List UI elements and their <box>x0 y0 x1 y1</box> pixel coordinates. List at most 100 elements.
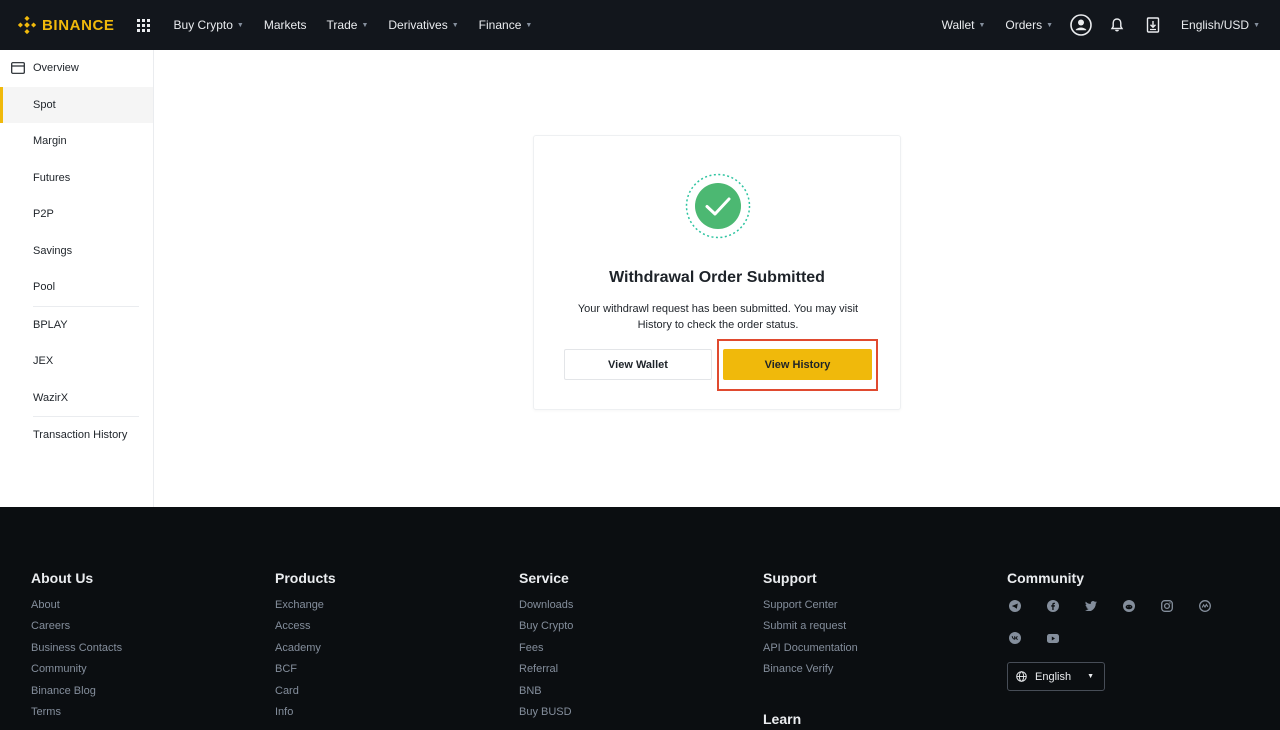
card-message-line: History to check the order status. <box>637 319 799 331</box>
language-currency-selector[interactable]: English/USD ▼ <box>1171 0 1270 50</box>
coinmarketcap-icon[interactable] <box>1197 598 1213 614</box>
sidebar-item-overview[interactable]: Overview <box>0 50 153 87</box>
view-wallet-button[interactable]: View Wallet <box>564 349 712 380</box>
footer-link[interactable]: Community <box>31 659 122 680</box>
nav-trade[interactable]: Trade ▼ <box>317 0 379 50</box>
sidebar-item-wazirx[interactable]: WazirX <box>0 380 153 417</box>
card-title: Withdrawal Order Submitted <box>609 269 825 286</box>
nav-wallet[interactable]: Wallet ▼ <box>932 0 996 50</box>
nav-label: Wallet <box>941 18 975 32</box>
binance-logo-icon <box>18 16 36 34</box>
nav-label: Buy Crypto <box>173 18 233 32</box>
apps-grid-icon[interactable] <box>136 18 150 32</box>
footer-column-community: Community <box>1007 570 1084 595</box>
sidebar-item-spot[interactable]: Spot <box>0 86 153 123</box>
sidebar-item-label: Spot <box>33 98 56 111</box>
caret-down-icon: ▼ <box>525 21 533 29</box>
nav-buy-crypto[interactable]: Buy Crypto ▼ <box>164 0 254 50</box>
sidebar-item-pool[interactable]: Pool <box>0 269 153 306</box>
footer-link[interactable]: Support Center <box>763 595 858 616</box>
footer-link[interactable]: About <box>31 595 122 616</box>
instagram-icon[interactable] <box>1159 598 1175 614</box>
reddit-icon[interactable] <box>1121 598 1137 614</box>
nav-orders[interactable]: Orders ▼ <box>995 0 1063 50</box>
footer-column-title: Community <box>1007 570 1084 586</box>
sidebar-item-savings[interactable]: Savings <box>0 233 153 270</box>
nav-label: Finance <box>478 18 522 32</box>
success-checkmark-icon <box>685 173 751 239</box>
view-history-button[interactable]: View History <box>723 349 872 380</box>
footer-link[interactable]: Downloads <box>519 595 573 616</box>
caret-down-icon: ▼ <box>361 21 369 29</box>
sidebar-item-label: Transaction History <box>33 429 128 442</box>
youtube-icon[interactable] <box>1045 630 1061 646</box>
footer-link[interactable]: Buy Crypto <box>519 616 573 637</box>
download-app-button[interactable] <box>1135 0 1171 50</box>
nav-label: Trade <box>326 18 358 32</box>
footer-link[interactable]: Binance Blog <box>31 681 122 702</box>
footer-learn-title: Learn <box>763 711 802 727</box>
footer-column-title: Support <box>763 570 817 586</box>
footer-link[interactable]: Info <box>275 702 336 723</box>
footer-link[interactable]: Careers <box>31 616 122 637</box>
twitter-icon[interactable] <box>1083 598 1099 614</box>
footer-link[interactable]: Academy <box>275 638 336 659</box>
footer-column-title: Products <box>275 570 336 586</box>
footer: About Us About Careers Business Contacts… <box>0 507 1280 730</box>
sidebar-item-futures[interactable]: Futures <box>0 160 153 197</box>
brand-name: BINANCE <box>42 16 115 34</box>
caret-down-icon: ▼ <box>1253 21 1260 29</box>
footer-link[interactable]: Access <box>275 616 336 637</box>
language-label: English <box>1035 670 1072 683</box>
nav-derivatives[interactable]: Derivatives ▼ <box>378 0 468 50</box>
footer-link[interactable]: Referral <box>519 659 573 680</box>
footer-link[interactable]: BCF <box>275 659 336 680</box>
facebook-icon[interactable] <box>1045 598 1061 614</box>
telegram-icon[interactable] <box>1007 598 1023 614</box>
sidebar-item-jex[interactable]: JEX <box>0 343 153 380</box>
footer-link[interactable]: Card <box>275 681 336 702</box>
caret-down-icon: ▼ <box>1046 21 1054 29</box>
footer-link[interactable]: API Documentation <box>763 638 858 659</box>
footer-column-support: Support Support Center Submit a request … <box>763 570 858 681</box>
nav-label: Orders <box>1005 18 1043 32</box>
footer-link[interactable]: Business Contacts <box>31 638 122 659</box>
footer-link[interactable]: Binance Verify <box>763 659 858 680</box>
footer-column-title: About Us <box>31 570 94 586</box>
footer-link[interactable]: Exchange <box>275 595 336 616</box>
footer-link[interactable]: Fees <box>519 638 573 659</box>
sidebar-item-margin[interactable]: Margin <box>0 123 153 160</box>
binance-logo[interactable]: BINANCE <box>18 16 115 34</box>
sidebar-item-transaction-history[interactable]: Transaction History <box>0 417 153 454</box>
card-message: Your withdrawl request has been submitte… <box>574 301 862 333</box>
footer-link[interactable]: BNB <box>519 681 573 702</box>
sidebar-item-label: WazirX <box>33 391 69 404</box>
sidebar-item-p2p[interactable]: P2P <box>0 196 153 233</box>
vk-icon[interactable] <box>1007 630 1023 646</box>
footer-link[interactable]: Buy BUSD <box>519 702 573 723</box>
nav-label: Markets <box>263 18 307 32</box>
nav-label: English/USD <box>1181 18 1250 32</box>
nav-markets[interactable]: Markets <box>254 0 317 50</box>
right-nav: Wallet ▼ Orders ▼ English/USD ▼ <box>932 0 1280 50</box>
footer-column-products: Products Exchange Access Academy BCF Car… <box>275 570 336 723</box>
footer-column-title: Service <box>519 570 569 586</box>
footer-link[interactable]: Submit a request <box>763 616 858 637</box>
caret-down-icon: ▼ <box>236 21 244 29</box>
sidebar-item-bplay[interactable]: BPLAY <box>0 307 153 344</box>
wallet-icon <box>11 62 25 74</box>
sidebar-item-label: Futures <box>33 171 71 184</box>
user-account-button[interactable] <box>1063 0 1099 50</box>
download-icon <box>1146 17 1160 33</box>
caret-down-icon: ▼ <box>1087 673 1094 680</box>
footer-link[interactable]: Terms <box>31 702 122 723</box>
sidebar-item-label: Margin <box>33 135 67 148</box>
footer-language-selector[interactable]: English ▼ <box>1007 662 1105 691</box>
nav-finance[interactable]: Finance ▼ <box>469 0 543 50</box>
sidebar-item-label: BPLAY <box>33 318 68 331</box>
sidebar-item-label: Overview <box>33 62 79 75</box>
sidebar-item-label: Pool <box>33 281 56 294</box>
caret-down-icon: ▼ <box>451 21 459 29</box>
user-icon <box>1070 14 1092 36</box>
notifications-button[interactable] <box>1099 0 1135 50</box>
